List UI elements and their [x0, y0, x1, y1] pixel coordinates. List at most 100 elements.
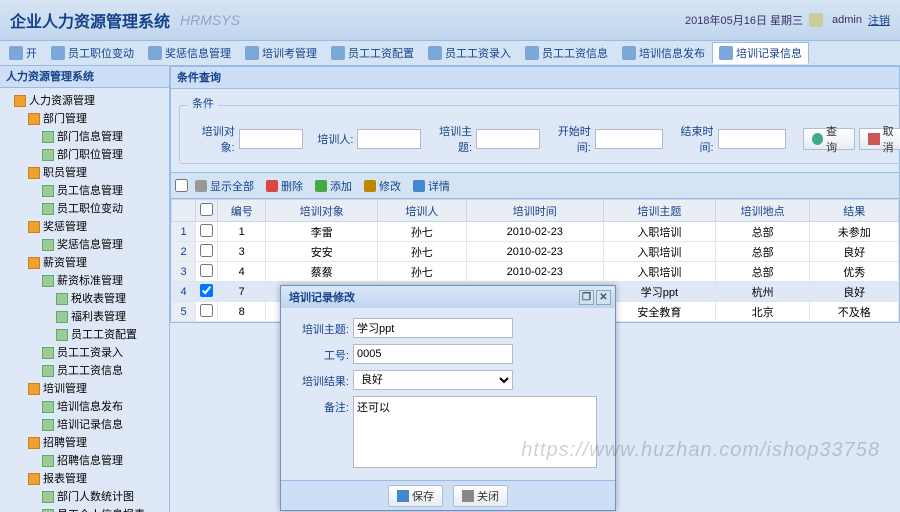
tab-1[interactable]: 员工职位变动	[44, 42, 141, 64]
lbl-m-remark: 备注:	[291, 396, 353, 415]
btn-close[interactable]: 关闭	[453, 485, 508, 507]
tab-icon	[331, 46, 345, 60]
table-row[interactable]: 23安安孙七2010-02-23入职培训总部良好	[172, 242, 899, 262]
search-panel-title: 条件查询	[171, 67, 899, 89]
tab-icon	[428, 46, 442, 60]
dialog-restore-icon[interactable]: ❐	[579, 290, 594, 305]
col-header[interactable]: 培训对象	[266, 200, 378, 222]
app-header: 企业人力资源管理系统 HRMSYS 2018年05月16日 星期三 admin …	[0, 0, 900, 40]
header-right: 2018年05月16日 星期三 admin 注销	[685, 12, 890, 28]
inp-end[interactable]	[718, 129, 786, 149]
tree-node[interactable]: 奖惩管理	[28, 218, 169, 236]
tree-node[interactable]: 薪资管理	[28, 254, 169, 272]
col-header[interactable]: 培训地点	[715, 200, 810, 222]
inp-start[interactable]	[595, 129, 663, 149]
tree-node[interactable]: 部门职位管理	[42, 146, 169, 164]
table-row[interactable]: 34蔡蔡孙七2010-02-23入职培训总部优秀	[172, 262, 899, 282]
tree-node[interactable]: 员工个人信息报表	[42, 506, 169, 512]
col-header[interactable]: 培训时间	[466, 200, 604, 222]
tab-3[interactable]: 培训考管理	[238, 42, 324, 64]
table-row[interactable]: 11李雷孙七2010-02-23入职培训总部未参加	[172, 222, 899, 242]
tree-node[interactable]: 部门信息管理	[42, 128, 169, 146]
tree-node[interactable]: 招聘管理	[28, 434, 169, 452]
tree-node[interactable]: 奖惩信息管理	[42, 236, 169, 254]
app-subtitle: HRMSYS	[180, 12, 240, 28]
close-icon	[462, 490, 474, 502]
col-header[interactable]: 培训主题	[604, 200, 716, 222]
tool-delete[interactable]: 删除	[261, 176, 308, 196]
inp-subject[interactable]	[476, 129, 540, 149]
tab-5[interactable]: 员工工资录入	[421, 42, 518, 64]
txt-m-remark[interactable]: 还可以	[353, 396, 597, 468]
tab-6[interactable]: 员工工资信息	[518, 42, 615, 64]
tree-node[interactable]: 税收表管理	[56, 290, 169, 308]
chk-header[interactable]	[200, 203, 213, 216]
tree-node[interactable]: 部门人数统计图	[42, 488, 169, 506]
tree-node[interactable]: 员工工资配置	[56, 326, 169, 344]
nav-tree: 人力资源管理部门管理部门信息管理部门职位管理职员管理员工信息管理员工职位变动奖惩…	[0, 88, 169, 512]
tool-showall[interactable]: 显示全部	[190, 176, 259, 196]
lbl-end: 结束时间:	[667, 123, 714, 155]
tab-7[interactable]: 培训信息发布	[615, 42, 712, 64]
tool-detail[interactable]: 详情	[408, 176, 455, 196]
tool-add[interactable]: 添加	[310, 176, 357, 196]
sel-m-result[interactable]: 良好	[353, 370, 513, 390]
lbl-start: 开始时间:	[544, 123, 591, 155]
sidebar: 人力资源管理系统 人力资源管理部门管理部门信息管理部门职位管理职员管理员工信息管…	[0, 66, 170, 512]
tab-2[interactable]: 奖惩信息管理	[141, 42, 238, 64]
col-header[interactable]: 培训人	[378, 200, 466, 222]
tab-icon	[9, 46, 23, 60]
tree-node[interactable]: 员工职位变动	[42, 200, 169, 218]
btn-query[interactable]: 查询	[803, 128, 856, 150]
inp-target[interactable]	[239, 129, 303, 149]
dialog-title: 培训记录修改	[289, 289, 355, 305]
showall-icon	[195, 180, 207, 192]
inp-m-subject[interactable]	[353, 318, 513, 338]
tab-0[interactable]: 开	[2, 42, 44, 64]
inp-trainer[interactable]	[357, 129, 421, 149]
tab-icon	[622, 46, 636, 60]
tree-node[interactable]: 招聘信息管理	[42, 452, 169, 470]
tab-4[interactable]: 员工工资配置	[324, 42, 421, 64]
tree-node[interactable]: 培训信息发布	[42, 398, 169, 416]
add-icon	[315, 180, 327, 192]
col-header[interactable]: 结果	[810, 200, 899, 222]
tab-icon	[51, 46, 65, 60]
sidebar-title: 人力资源管理系统	[0, 66, 169, 88]
btn-cancel[interactable]: 取消	[859, 128, 900, 150]
modify-icon	[364, 180, 376, 192]
row-checkbox[interactable]	[200, 284, 213, 297]
current-date: 2018年05月16日 星期三	[685, 12, 803, 28]
tab-8[interactable]: 培训记录信息	[712, 42, 809, 64]
tree-node[interactable]: 人力资源管理	[14, 92, 169, 110]
tree-node[interactable]: 员工工资信息	[42, 362, 169, 380]
tool-modify[interactable]: 修改	[359, 176, 406, 196]
tree-node[interactable]: 员工信息管理	[42, 182, 169, 200]
row-checkbox[interactable]	[200, 224, 213, 237]
search-panel: 条件查询 条件 培训对象: 培训人: 培训主题: 开始时间: 结束时间: 查询	[170, 66, 900, 173]
tree-node[interactable]: 薪资标准管理	[42, 272, 169, 290]
chk-master-all[interactable]	[175, 179, 188, 192]
tree-node[interactable]: 培训记录信息	[42, 416, 169, 434]
lbl-subject: 培训主题:	[425, 123, 472, 155]
row-checkbox[interactable]	[200, 304, 213, 317]
col-header[interactable]: 编号	[218, 200, 266, 222]
dialog-close-icon[interactable]: ✕	[596, 290, 611, 305]
tree-node[interactable]: 报表管理	[28, 470, 169, 488]
logout-link[interactable]: 注销	[868, 12, 890, 28]
dialog-titlebar[interactable]: 培训记录修改 ❐ ✕	[281, 286, 615, 308]
inp-m-empno[interactable]	[353, 344, 513, 364]
search-icon	[812, 133, 823, 145]
tree-node[interactable]: 福利表管理	[56, 308, 169, 326]
tree-node[interactable]: 部门管理	[28, 110, 169, 128]
tree-node[interactable]: 员工工资录入	[42, 344, 169, 362]
cancel-icon	[868, 133, 879, 145]
tree-node[interactable]: 培训管理	[28, 380, 169, 398]
row-checkbox[interactable]	[200, 264, 213, 277]
tree-node[interactable]: 职员管理	[28, 164, 169, 182]
tab-icon	[245, 46, 259, 60]
row-checkbox[interactable]	[200, 244, 213, 257]
btn-save[interactable]: 保存	[388, 485, 443, 507]
tab-icon	[148, 46, 162, 60]
lbl-m-empno: 工号:	[291, 344, 353, 363]
